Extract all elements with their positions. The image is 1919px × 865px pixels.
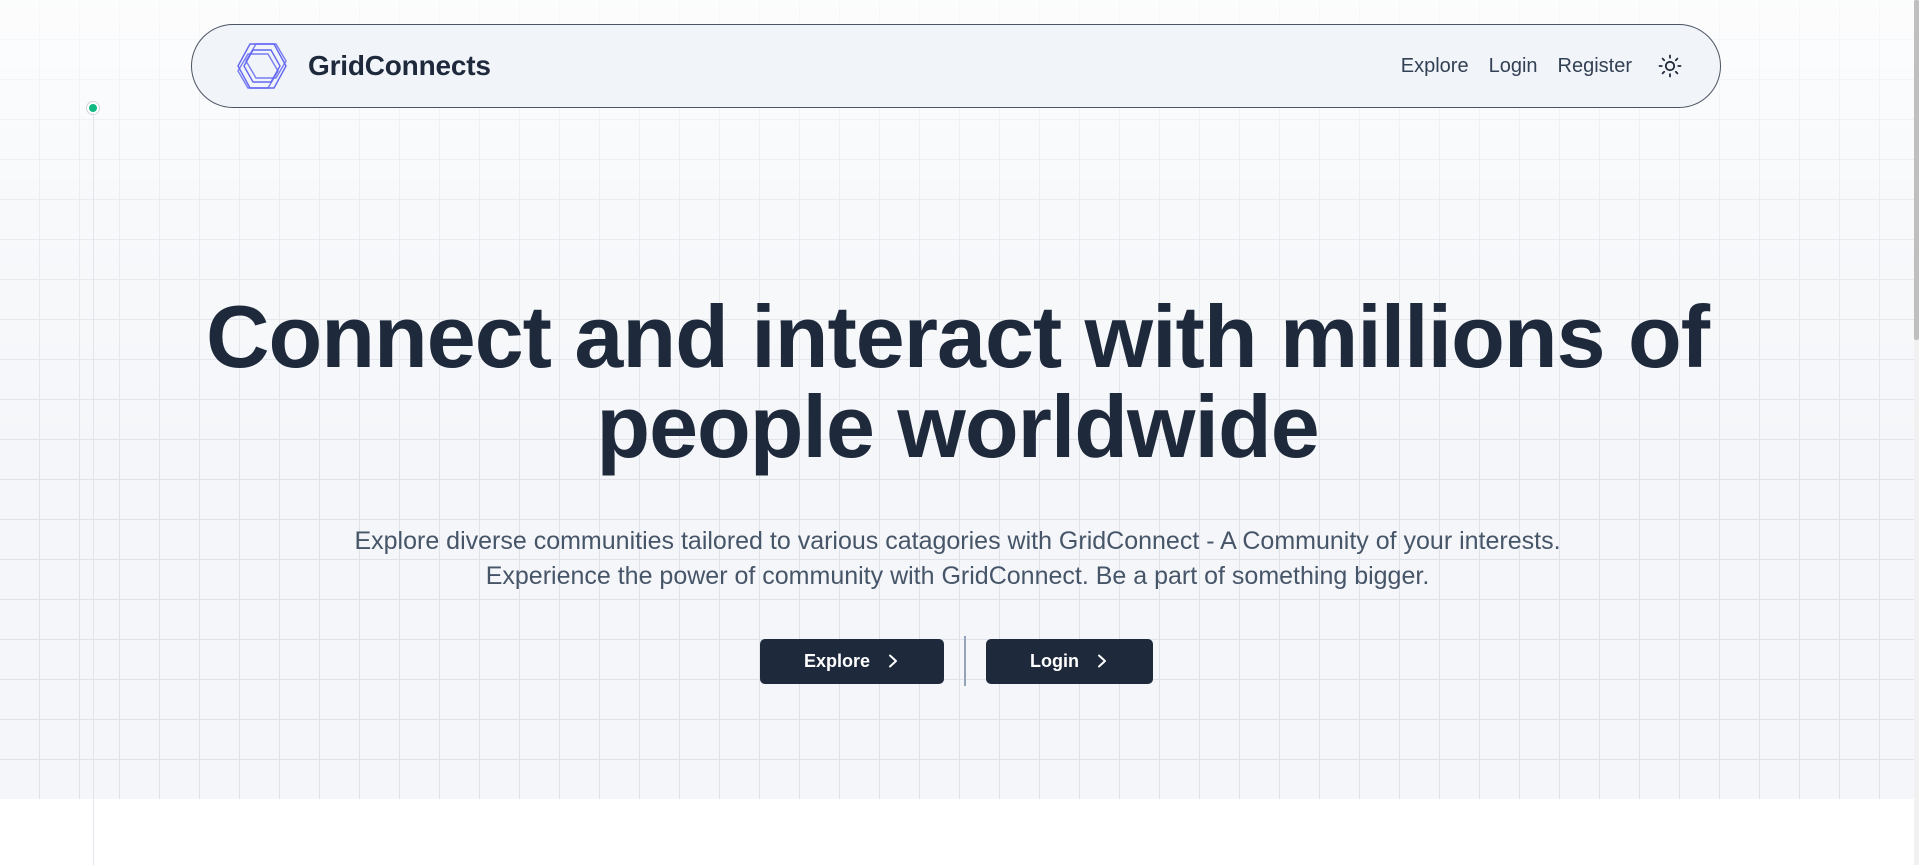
status-dot xyxy=(87,102,99,114)
scrollbar-track[interactable] xyxy=(1914,0,1919,865)
login-button-label: Login xyxy=(1030,650,1079,671)
nav-register-link[interactable]: Register xyxy=(1558,55,1632,78)
hero-subtitle: Explore diverse communities tailored to … xyxy=(354,527,1561,590)
sun-icon xyxy=(1658,54,1682,78)
nav-login-link[interactable]: Login xyxy=(1489,55,1538,78)
brand-name: GridConnects xyxy=(308,50,491,81)
hexagon-logo-icon xyxy=(237,43,287,89)
nav-explore-link[interactable]: Explore xyxy=(1401,55,1469,78)
chevron-right-icon xyxy=(1097,654,1106,668)
nav-links: Explore Login Register xyxy=(1401,52,1684,80)
cta-button-row: Explore Login xyxy=(760,636,1153,686)
navbar: GridConnects Explore Login Register xyxy=(191,24,1721,108)
cta-divider xyxy=(964,636,966,686)
login-button[interactable]: Login xyxy=(986,638,1153,684)
explore-button-label: Explore xyxy=(803,650,871,671)
left-rail-line xyxy=(93,108,94,865)
scrollbar-thumb[interactable] xyxy=(1914,0,1919,340)
hero-title: Connect and interact with millions of pe… xyxy=(205,287,1710,476)
explore-button[interactable]: Explore xyxy=(760,638,944,684)
brand-home-link[interactable]: GridConnects xyxy=(234,40,491,92)
theme-toggle-button[interactable] xyxy=(1656,52,1684,80)
page: GridConnects Explore Login Register Conn… xyxy=(0,0,1919,865)
chevron-right-icon xyxy=(889,654,898,668)
